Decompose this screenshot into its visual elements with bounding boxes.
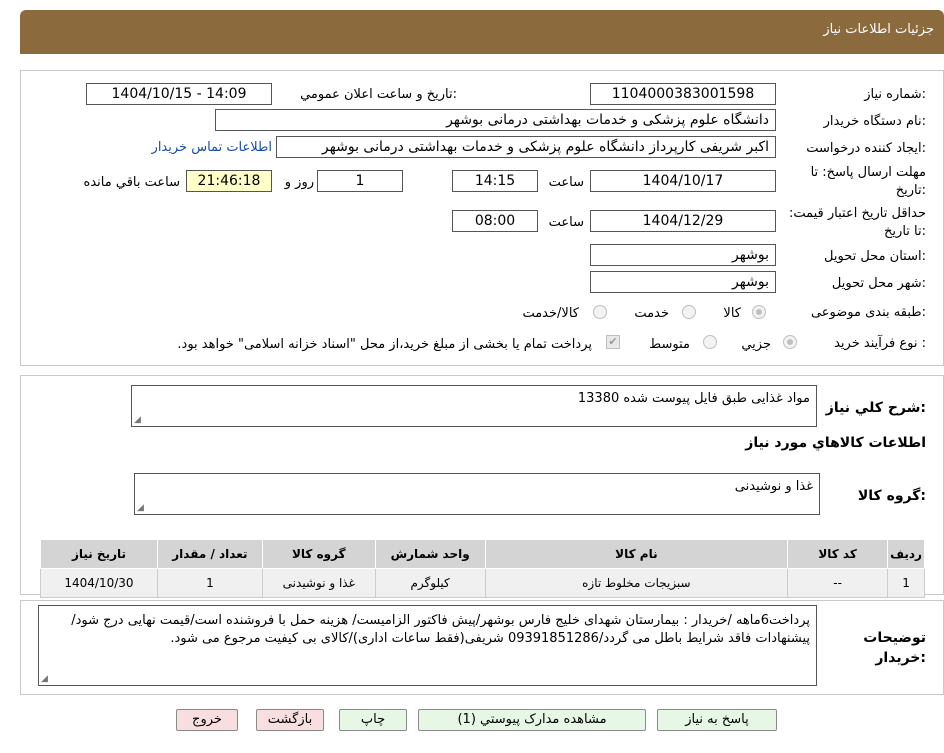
category-option-goods: کالا: [723, 306, 741, 321]
delivery-province-label: استان محل تحویل:: [824, 249, 926, 264]
deadline-time-field: 14:15: [452, 170, 538, 192]
need-number-label: شماره نیاز:: [864, 87, 926, 102]
exit-button[interactable]: خروج: [176, 709, 238, 731]
table-row: 1 -- سبزیجات مخلوط تازه کیلوگرم غذا و نو…: [40, 568, 925, 598]
col-unit-header: واحد شمارش: [374, 539, 486, 569]
goods-group-text: غذا و نوشیدنی: [734, 479, 813, 494]
cell-group: غذا و نوشیدنی: [261, 568, 376, 598]
announce-datetime-label: تاریخ و ساعت اعلان عمومي:: [300, 87, 457, 102]
general-description-field: مواد غذایی طبق فایل پیوست شده 13380 ◢: [131, 385, 817, 427]
buyer-contact-link[interactable]: اطلاعات تماس خريدار: [152, 140, 272, 155]
deadline-label: مهلت ارسال پاسخ: تا تاریخ:: [810, 165, 926, 198]
general-description-text: مواد غذایی طبق فایل پیوست شده 13380: [577, 391, 810, 406]
process-radio-medium[interactable]: [703, 335, 717, 349]
cell-name: سبزیجات مخلوط تازه: [484, 568, 789, 598]
remaining-label: ساعت باقي مانده: [83, 175, 180, 190]
resize-grip-icon[interactable]: ◢: [137, 504, 144, 513]
buyer-notes-field: پرداخت6ماهه /خریدار : بیمارستان شهدای خل…: [38, 605, 817, 686]
category-radio-goods[interactable]: [752, 305, 766, 319]
deadline-time-label: ساعت: [548, 175, 584, 190]
price-validity-time-label: ساعت: [548, 215, 584, 230]
announce-datetime-field: 1404/10/15 - 14:09: [86, 83, 272, 105]
page-title: جزئیات اطلاعات نیاز: [823, 22, 934, 37]
price-validity-label: حداقل تاريخ اعتبار قيمت: تا تاریخ:: [788, 206, 926, 239]
delivery-city-field: بوشهر: [590, 271, 776, 293]
category-radio-goods-service[interactable]: [593, 305, 607, 319]
resize-grip-icon[interactable]: ◢: [134, 416, 141, 425]
purchase-process-label: نوع فرآیند خرید :: [834, 336, 926, 351]
process-option-minor: جزیي: [741, 337, 771, 352]
category-radio-service[interactable]: [682, 305, 696, 319]
need-number-field: 1104000383001598: [590, 83, 776, 105]
goods-info-title: اطلاعات کالاهاي مورد نياز: [745, 435, 926, 451]
col-code-header: کد کالا: [787, 539, 889, 569]
process-option-medium: متوسط: [649, 337, 690, 352]
table-header-row: رديف کد کالا نام کالا واحد شمارش گروه کا…: [40, 539, 925, 569]
category-option-service: خدمت: [634, 306, 669, 321]
process-radio-minor[interactable]: [783, 335, 797, 349]
goods-group-label: گروه کالا:: [857, 488, 926, 504]
back-button[interactable]: بازگشت: [256, 709, 324, 731]
goods-group-field: غذا و نوشیدنی ◢: [134, 473, 820, 515]
requester-label: ايجاد کننده درخواست:: [806, 141, 926, 156]
col-row-header: رديف: [887, 539, 925, 569]
col-date-header: تاريخ نياز: [40, 539, 158, 569]
col-name-header: نام کالا: [484, 539, 789, 569]
reply-button[interactable]: پاسخ به نياز: [657, 709, 777, 731]
days-label: روز و: [284, 175, 314, 190]
remaining-time-field: 21:46:18: [186, 170, 272, 192]
cell-row: 1: [887, 568, 925, 598]
col-qty-header: تعداد / مقدار: [156, 539, 263, 569]
buyer-org-field: دانشگاه علوم پزشکی و خدمات بهداشتی درمان…: [215, 109, 776, 131]
items-table: رديف کد کالا نام کالا واحد شمارش گروه کا…: [40, 539, 925, 598]
col-group-header: گروه کالا: [261, 539, 376, 569]
treasury-checkbox[interactable]: ✔: [606, 335, 620, 349]
buyer-notes-label: توضيحات خريدار:: [863, 630, 926, 666]
requester-field: اکبر شریفی کارپرداز دانشگاه علوم پزشکی و…: [276, 136, 776, 158]
cell-qty: 1: [156, 568, 263, 598]
print-button[interactable]: چاپ: [339, 709, 407, 731]
view-attachments-button[interactable]: مشاهده مدارک پيوستي (1): [418, 709, 646, 731]
delivery-province-field: بوشهر: [590, 244, 776, 266]
price-validity-date-field: 1404/12/29: [590, 210, 776, 232]
buyer-notes-text: پرداخت6ماهه /خریدار : بیمارستان شهدای خل…: [71, 613, 810, 646]
deadline-days-field: 1: [317, 170, 403, 192]
category-label: طبقه بندی موضوعی:: [810, 305, 926, 320]
treasury-payment-note: پرداخت تمام يا بخشی از مبلغ خريد،از محل …: [177, 337, 592, 352]
price-validity-time-field: 08:00: [452, 210, 538, 232]
cell-date: 1404/10/30: [40, 568, 158, 598]
cell-unit: کیلوگرم: [374, 568, 486, 598]
buyer-org-label: نام دستگاه خريدار:: [823, 114, 926, 129]
general-description-label: شرح کلي نياز:: [825, 400, 926, 416]
category-option-goods-service: کالا/خدمت: [522, 306, 579, 321]
resize-grip-icon[interactable]: ◢: [41, 675, 48, 684]
deadline-date-field: 1404/10/17: [590, 170, 776, 192]
cell-code: --: [787, 568, 889, 598]
page-header: جزئیات اطلاعات نیاز: [20, 10, 944, 54]
delivery-city-label: شهر محل تحویل:: [831, 276, 926, 291]
